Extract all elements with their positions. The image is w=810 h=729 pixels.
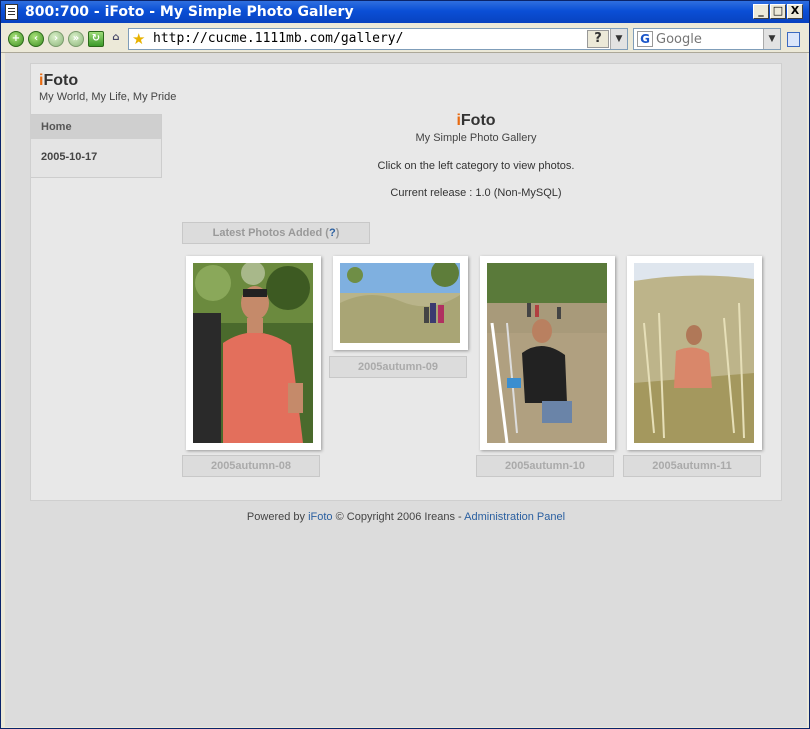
page-footer: Powered by iFoto © Copyright 2006 Ireans… [246, 511, 566, 523]
photo-thumbnail[interactable] [480, 256, 615, 450]
window-title: 800:700 - iFoto - My Simple Photo Galler… [25, 4, 354, 20]
bookmark-star-icon[interactable]: ★ [132, 30, 145, 48]
category-sidebar: Home 2005-10-17 [31, 114, 162, 178]
page-viewport: iFoto My World, My Life, My Pride Home 2… [5, 53, 807, 727]
photo-caption-link[interactable]: 2005autumn-08 [182, 455, 320, 477]
google-icon: G [637, 31, 653, 47]
latest-photos-header: Latest Photos Added (?) [182, 222, 370, 244]
site-tagline: My World, My Life, My Pride [39, 91, 177, 103]
address-url[interactable]: http://cucme.1111mb.com/gallery/ [153, 29, 403, 49]
release-text: Current release : 1.0 (Non-MySQL) [390, 187, 562, 199]
close-button[interactable]: X [787, 4, 803, 19]
photo-thumbnail[interactable] [186, 256, 321, 450]
site-logo[interactable]: iFoto [39, 72, 176, 90]
photo-image[interactable] [634, 263, 754, 443]
latest-help-link[interactable]: ? [329, 227, 336, 239]
instruction-text: Click on the left category to view photo… [377, 160, 575, 172]
add-icon[interactable]: + [8, 31, 24, 47]
navigation-toolbar: + ‹ › » ↻ ⌂ ★ http://cucme.1111mb.com/ga… [1, 25, 809, 53]
page-menu-icon[interactable] [787, 32, 800, 47]
photo-image[interactable] [487, 263, 607, 443]
photo-thumbnail[interactable] [333, 256, 468, 350]
photo-thumbnail[interactable] [627, 256, 762, 450]
admin-panel-link[interactable]: Administration Panel [464, 511, 565, 523]
home-icon[interactable]: ⌂ [108, 31, 124, 47]
title-bar: 800:700 - iFoto - My Simple Photo Galler… [1, 1, 809, 23]
address-dropdown-icon[interactable]: ▼ [610, 29, 627, 49]
site-header: iFoto My World, My Life, My Pride [39, 72, 176, 103]
page-title: iFoto [456, 112, 496, 129]
refresh-icon[interactable]: ↻ [88, 31, 104, 47]
footer-ifoto-link[interactable]: iFoto [308, 511, 332, 523]
help-button[interactable]: ? [587, 30, 609, 48]
back-icon[interactable]: ‹ [28, 31, 44, 47]
photo-image[interactable] [193, 263, 313, 443]
forward-icon[interactable]: › [48, 31, 64, 47]
maximize-button[interactable]: □ [770, 4, 786, 19]
go-icon[interactable]: » [68, 31, 84, 47]
welcome-panel: iFoto My Simple Photo Gallery Click on t… [181, 112, 771, 199]
browser-window: 800:700 - iFoto - My Simple Photo Galler… [0, 0, 810, 729]
search-box[interactable]: G ▼ [633, 28, 781, 50]
sidebar-item-home[interactable]: Home [31, 115, 161, 139]
photo-caption-link[interactable]: 2005autumn-11 [623, 455, 761, 477]
search-dropdown-icon[interactable]: ▼ [763, 29, 780, 49]
page-icon [5, 4, 18, 20]
gallery-container: iFoto My World, My Life, My Pride Home 2… [30, 63, 782, 501]
minimize-button[interactable]: _ [753, 4, 769, 19]
address-bar[interactable]: ★ http://cucme.1111mb.com/gallery/ ? ▼ [128, 28, 628, 50]
search-input[interactable] [656, 30, 764, 48]
photo-caption-link[interactable]: 2005autumn-10 [476, 455, 614, 477]
photo-caption-link[interactable]: 2005autumn-09 [329, 356, 467, 378]
sidebar-item-2005-10-17[interactable]: 2005-10-17 [31, 145, 161, 169]
photo-image[interactable] [340, 263, 460, 343]
page-subtitle: My Simple Photo Gallery [415, 132, 537, 144]
